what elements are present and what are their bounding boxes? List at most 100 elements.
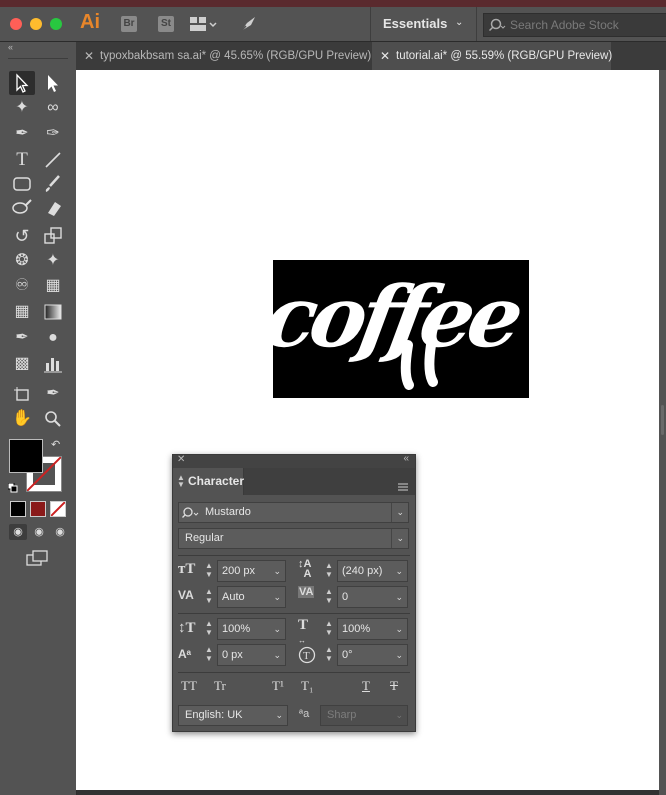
font-style-dropdown[interactable]: Regular ⌄ [178,528,409,549]
color-mode-button[interactable] [10,501,26,517]
tab-label: tutorial.ai* @ 55.59% (RGB/GPU Preview) [396,50,613,62]
baseline-shift-icon: Aᵃ [178,647,192,661]
scale-tool[interactable] [40,224,66,248]
line-segment-tool[interactable] [40,148,66,172]
panel-menu-icon[interactable] [398,478,408,491]
kerning-value: Auto [222,591,245,603]
rectangle-tool[interactable] [9,172,35,196]
paintbrush-tool[interactable] [40,172,66,196]
tracking-field[interactable]: 0 ⌄ [337,586,408,608]
leading-stepper[interactable]: ▲ ▼ [323,561,335,581]
close-panel-icon[interactable]: ✕ [177,454,185,465]
stock-button[interactable]: St [158,16,174,32]
close-tab-icon[interactable]: ✕ [84,42,94,70]
kerning-stepper[interactable]: ▲ ▼ [203,587,215,607]
panel-header[interactable]: ✕ « [173,453,415,468]
baseline-shift-field[interactable]: 0 px ⌄ [217,644,286,666]
chevron-down-icon: ⌄ [273,566,281,576]
vertical-scale-field[interactable]: 100% ⌄ [217,618,286,640]
gradient-mode-button[interactable] [30,501,46,517]
bridge-button[interactable]: Br [121,16,137,32]
horizontal-scale-field[interactable]: 100% ⌄ [337,618,408,640]
leading-field[interactable]: (240 px) ⌄ [337,560,408,582]
magic-wand-tool[interactable]: ✦ [9,96,35,120]
eraser-tool[interactable] [40,196,66,220]
top-strip [0,0,666,7]
close-tab-icon[interactable]: ✕ [380,42,390,70]
font-size-stepper[interactable]: ▲ ▼ [203,561,215,581]
close-window-icon[interactable] [10,18,22,30]
draw-inside-button[interactable]: ◉ [51,524,69,540]
warp-tool[interactable]: ❂ [9,249,35,273]
fill-color-swatch[interactable] [9,439,43,473]
arrange-documents-icon[interactable] [190,16,218,32]
free-transform-tool[interactable]: ♾ [9,274,35,298]
gpu-performance-icon[interactable] [238,14,258,34]
small-caps-button[interactable]: Tr [214,678,226,694]
adobe-stock-search[interactable]: Search Adobe Stock [483,13,666,37]
lasso-tool[interactable]: ∞ [40,96,66,120]
antialias-dropdown[interactable]: Sharp ⌄ [320,705,408,726]
rotate-tool[interactable]: ↺ [9,224,35,248]
collapse-panel-icon[interactable]: « [403,453,409,464]
mesh-tool[interactable]: ▦ [9,300,35,324]
baseline-shift-stepper[interactable]: ▲ ▼ [203,645,215,665]
document-tab-tutorial[interactable]: ✕ tutorial.ai* @ 55.59% (RGB/GPU Preview… [372,42,613,70]
direct-selection-tool[interactable] [40,71,66,95]
subscript-button[interactable]: T₁ [301,678,313,694]
selection-tool[interactable] [9,71,35,95]
type-tool[interactable]: T [9,148,35,172]
search-icon [489,18,506,32]
vertical-scale-stepper[interactable]: ▲ ▼ [203,619,215,639]
language-dropdown[interactable]: English: UK ⌄ [178,705,288,726]
artboard-tool[interactable] [9,382,35,406]
slice-tool[interactable]: ✒ [40,382,66,406]
rotation-stepper[interactable]: ▲ ▼ [323,645,335,665]
eyedropper-tool[interactable]: ✒ [9,326,35,350]
screen-mode-icon[interactable] [26,550,50,566]
zoom-tool[interactable] [40,407,66,431]
none-mode-button[interactable] [50,501,66,517]
character-panel: ✕ « ▲ ▼ Character Mustardo ⌄ Regular ⌄ тT… [172,453,416,732]
zoom-window-icon[interactable] [50,18,62,30]
workspace-switcher[interactable]: Essentials ⌄ [370,7,477,41]
rotation-field[interactable]: 0° ⌄ [337,644,408,666]
blend-tool[interactable]: ● [40,326,66,350]
default-colors-icon[interactable] [7,480,18,493]
column-graph-tool[interactable] [40,352,66,376]
draw-normal-button[interactable]: ◉ [9,524,27,540]
width-tool[interactable]: ✦ [40,249,66,273]
coffee-artwork[interactable]: coffee [273,260,529,398]
symbol-sprayer-tool[interactable]: ▩ [9,352,35,376]
horizontal-scale-value: 100% [342,623,371,635]
document-tab-typoxbakbsam[interactable]: ✕ typoxbakbsam sa.ai* @ 45.65% (RGB/GPU … [76,42,371,70]
tab-arrows-icon: ▲ ▼ [177,473,185,489]
font-size-field[interactable]: 200 px ⌄ [217,560,286,582]
kerning-field[interactable]: Auto ⌄ [217,586,286,608]
chevron-down-icon: ⌄ [396,507,404,517]
vertical-scale-icon: ↕T [178,620,196,636]
gradient-tool[interactable] [40,300,66,324]
svg-text:T: T [303,650,310,662]
perspective-grid-tool[interactable]: ▦ [40,274,66,298]
strikethrough-button[interactable]: T [390,678,398,694]
collapse-panel-icon[interactable]: « [8,42,13,52]
character-rotation-icon: T [298,646,316,664]
tracking-stepper[interactable]: ▲ ▼ [323,587,335,607]
chevron-down-icon: ⌄ [395,710,403,720]
all-caps-button[interactable]: TT [181,678,197,694]
font-family-dropdown[interactable]: Mustardo ⌄ [178,502,409,523]
superscript-button[interactable]: T¹ [272,678,284,694]
draw-behind-button[interactable]: ◉ [30,524,48,540]
shaper-tool[interactable] [9,196,35,220]
horizontal-scale-stepper[interactable]: ▲ ▼ [323,619,335,639]
vertical-scrollbar[interactable] [661,405,664,435]
swap-colors-icon[interactable]: ↶ [51,438,60,451]
tab-character[interactable]: ▲ ▼ Character [173,468,244,495]
hand-tool[interactable]: ✋ [9,407,35,431]
minimize-window-icon[interactable] [30,18,42,30]
curvature-tool[interactable]: ✑ [40,122,66,146]
coffee-text: coffee [273,268,528,366]
underline-button[interactable]: T [362,678,370,694]
pen-tool[interactable]: ✒ [9,122,35,146]
